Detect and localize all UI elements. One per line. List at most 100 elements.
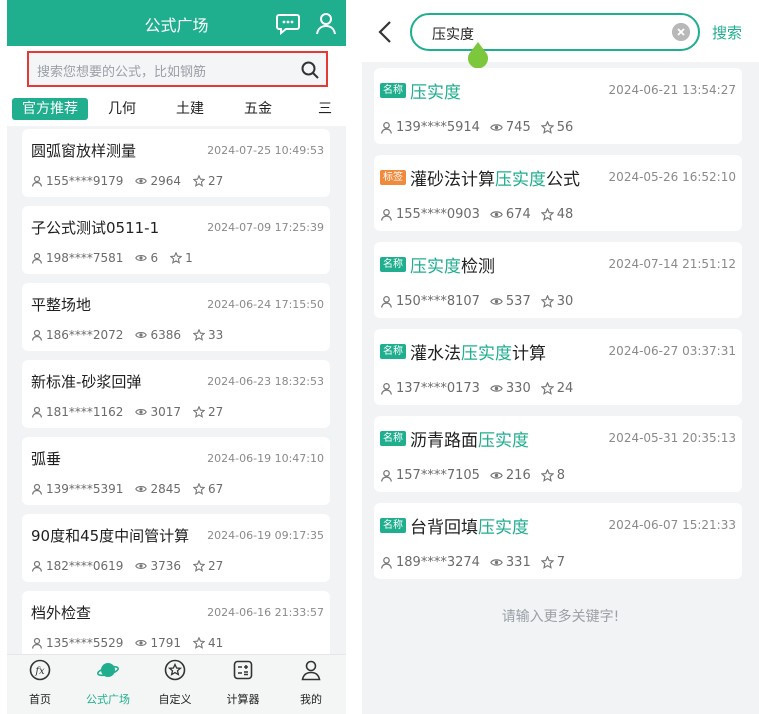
formula-meta: 186****2072 6386 33: [31, 328, 231, 342]
view-count: 6386: [150, 328, 181, 342]
result-title: 名称 灌水法 压实度 计算: [380, 339, 546, 364]
eye-icon: [135, 255, 148, 261]
formula-card[interactable]: 新标准-砂浆回弹 2024-06-23 18:32:53 181****1162…: [22, 360, 330, 428]
tag-badge: 标签: [380, 170, 406, 185]
formula-date: 2024-06-19 10:47:10: [207, 452, 324, 465]
result-card[interactable]: 名称 压实度 2024-06-21 13:54:27 139****5914 74…: [374, 68, 742, 144]
back-chevron-icon[interactable]: [376, 20, 394, 44]
view-count: 2845: [150, 482, 181, 496]
search-input[interactable]: 压实度: [410, 13, 700, 51]
tab-more[interactable]: 三: [318, 98, 332, 120]
tab-geometry[interactable]: 几何: [108, 98, 136, 120]
formula-date: 2024-06-16 21:33:57: [207, 606, 324, 619]
star-icon: [170, 252, 183, 264]
search-input[interactable]: 搜索您想要的公式，比如钢筋: [27, 51, 328, 87]
formula-name: 弧垂: [31, 450, 62, 468]
formula-card[interactable]: 平整场地 2024-06-24 17:15:50 186****2072 638…: [22, 283, 330, 351]
star-icon: [540, 382, 554, 395]
bottom-nav: fx 首页 公式广场 自定义 计算器 我的: [7, 654, 346, 714]
formula-meta: 182****0619 3736 27: [31, 559, 231, 573]
result-card[interactable]: 名称 台背回填 压实度 2024-06-07 15:21:33 189****327…: [374, 503, 742, 579]
nav-mine[interactable]: 我的: [281, 659, 341, 707]
search-placeholder: 搜索您想要的公式，比如钢筋: [37, 65, 207, 80]
star-icon: [540, 121, 554, 134]
search-results-screen: 压实度 搜索 名称 压实度 2024-06-21 13:54:27 139****…: [362, 0, 759, 714]
clear-icon[interactable]: [672, 23, 690, 41]
star-count: 1: [185, 251, 193, 265]
formula-date: 2024-06-19 09:17:35: [207, 529, 324, 542]
star-badge-icon: [164, 659, 186, 681]
view-count: 1791: [150, 636, 181, 650]
fx-icon: fx: [29, 659, 51, 681]
eye-icon: [135, 409, 148, 415]
user-icon: [31, 637, 43, 649]
user-icon[interactable]: [313, 10, 339, 36]
star-count: 41: [208, 636, 224, 650]
result-meta: 150****8107 537 30: [380, 294, 583, 309]
formula-meta: 198****7581 6 1: [31, 251, 201, 265]
formula-square-screen: 公式广场 搜索您想要的公式，比如钢筋 官方推荐 几何 土建 五金 三 圆弧窗放样…: [7, 0, 346, 714]
star-count: 27: [208, 405, 224, 419]
formula-card[interactable]: 圆弧窗放样测量 2024-07-25 10:49:53 155****9179 …: [22, 129, 330, 197]
nav-formula-square[interactable]: 公式广场: [78, 659, 138, 707]
name-badge: 名称: [380, 344, 406, 359]
eye-icon: [490, 298, 503, 305]
search-icon[interactable]: [300, 60, 320, 80]
formula-card[interactable]: 子公式测试0511-1 2024-07-09 17:25:39 198****7…: [22, 206, 330, 274]
author: 181****1162: [46, 405, 124, 419]
formula-meta: 181****1162 3017 27: [31, 405, 231, 419]
formula-date: 2024-07-25 10:49:53: [207, 144, 324, 157]
author: 186****2072: [46, 328, 124, 342]
formula-name: 圆弧窗放样测量: [31, 142, 137, 160]
eye-icon: [490, 472, 503, 479]
star-icon: [193, 637, 205, 649]
result-card[interactable]: 名称 灌水法 压实度 计算 2024-06-27 03:37:31 137****01…: [374, 329, 742, 405]
formula-name: 档外检查: [31, 604, 92, 622]
result-title: 名称 台背回填 压实度: [380, 513, 529, 538]
result-card[interactable]: 标签 灌砂法计算 压实度 公式 2024-05-26 16:52:10 155****…: [374, 155, 742, 231]
formula-card[interactable]: 弧垂 2024-06-19 10:47:10 139****5391 2845 …: [22, 437, 330, 505]
cursor-handle-icon[interactable]: [467, 42, 489, 70]
star-count: 27: [208, 559, 224, 573]
tab-official[interactable]: 官方推荐: [12, 98, 88, 120]
star-icon: [540, 556, 554, 569]
eye-icon: [135, 563, 148, 569]
author: 198****7581: [46, 251, 124, 265]
star-count: 67: [208, 482, 224, 496]
user-icon: [380, 469, 393, 482]
result-card[interactable]: 名称 沥青路面 压实度 2024-05-31 20:35:13 157****710…: [374, 416, 742, 492]
eye-icon: [135, 332, 148, 338]
name-badge: 名称: [380, 518, 406, 533]
result-date: 2024-06-07 15:21:33: [608, 518, 736, 532]
message-icon[interactable]: [275, 10, 301, 36]
star-count: 27: [208, 174, 224, 188]
person-icon: [301, 660, 321, 681]
result-date: 2024-05-26 16:52:10: [608, 170, 736, 184]
nav-home[interactable]: fx 首页: [10, 659, 70, 707]
result-meta: 157****7105 216 8: [380, 468, 575, 483]
tab-civil[interactable]: 土建: [176, 98, 204, 120]
result-meta: 137****0173 330 24: [380, 381, 583, 396]
formula-meta: 155****9179 2964 27: [31, 174, 231, 188]
view-count: 6: [150, 251, 159, 265]
star-icon: [193, 560, 205, 572]
eye-icon: [490, 124, 503, 131]
result-date: 2024-06-27 03:37:31: [608, 344, 736, 358]
app-root: 公式广场 搜索您想要的公式，比如钢筋 官方推荐 几何 土建 五金 三 圆弧窗放样…: [0, 0, 759, 714]
name-badge: 名称: [380, 431, 406, 446]
user-icon: [31, 483, 43, 495]
category-tabs: 官方推荐 几何 土建 五金 三: [7, 92, 346, 126]
author: 182****0619: [46, 559, 124, 573]
formula-card[interactable]: 档外检查 2024-06-16 21:33:57 135****5529 179…: [22, 591, 330, 659]
nav-calculator[interactable]: 计算器: [213, 659, 273, 707]
eye-icon: [490, 385, 503, 392]
eye-icon: [490, 559, 503, 566]
author: 135****5529: [46, 636, 124, 650]
nav-custom[interactable]: 自定义: [145, 659, 205, 707]
planet-icon: [97, 663, 119, 677]
formula-card[interactable]: 90度和45度中间管计算 2024-06-19 09:17:35 182****…: [22, 514, 330, 582]
result-card[interactable]: 名称 压实度 检测 2024-07-14 21:51:12 150****8107 …: [374, 242, 742, 318]
tab-hardware[interactable]: 五金: [244, 98, 272, 120]
more-keywords-hint: 请输入更多关键字!: [501, 609, 620, 625]
search-button[interactable]: 搜索: [712, 22, 742, 43]
